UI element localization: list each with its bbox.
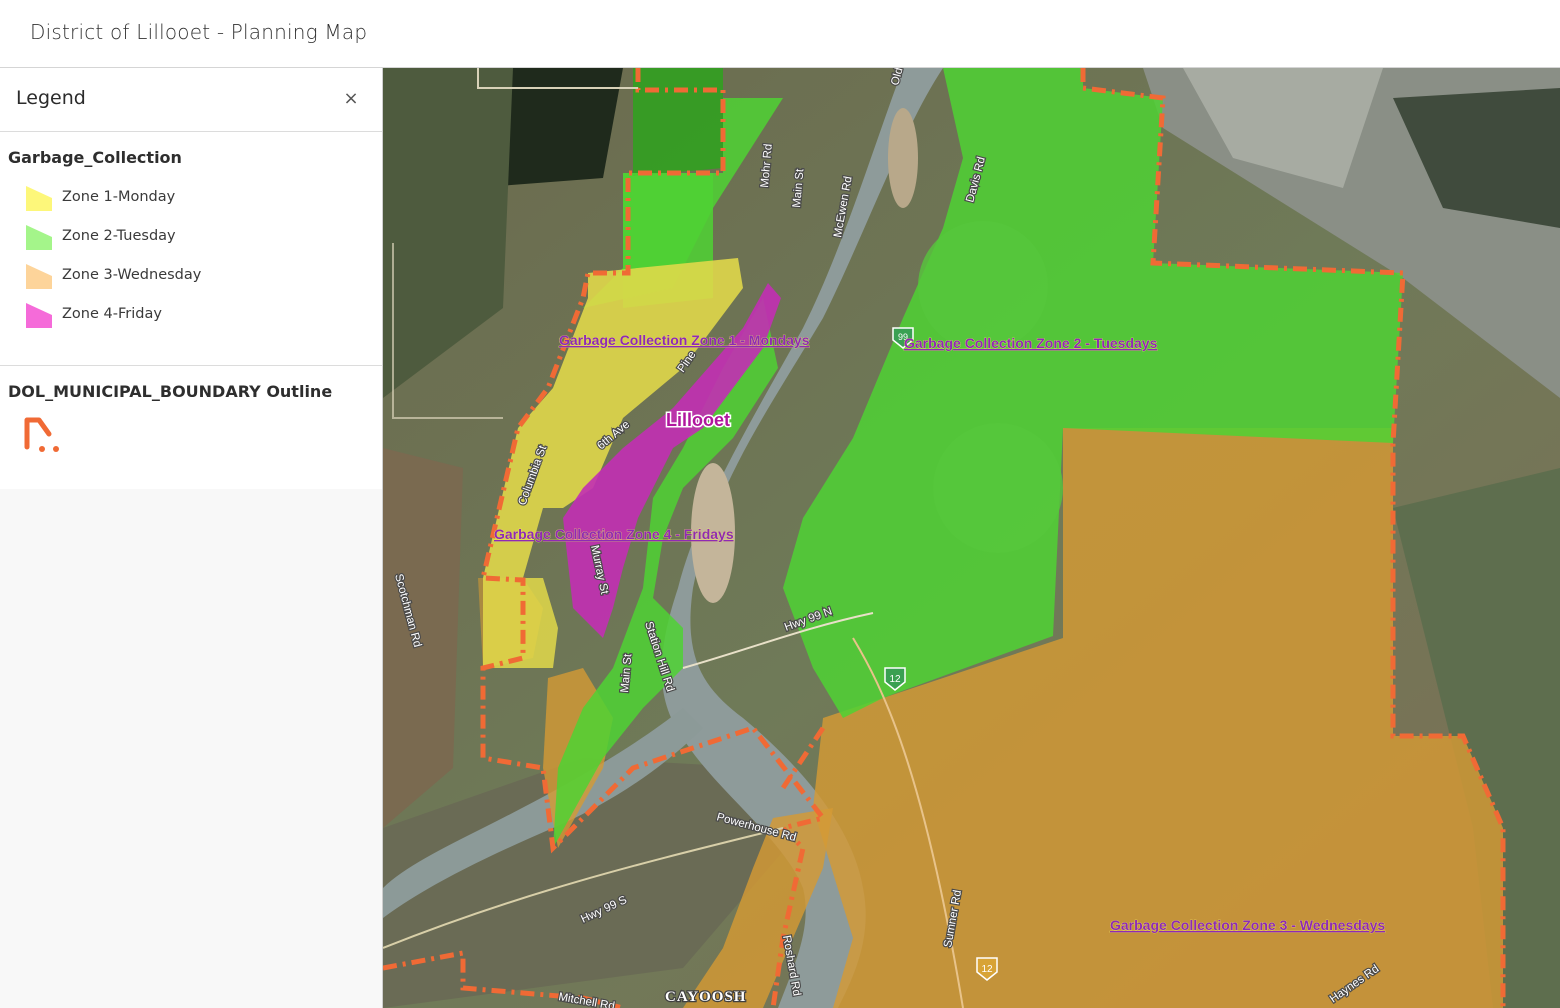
app-header: District of Lillooet - Planning Map xyxy=(0,0,1560,68)
legend-item-zone4: Zone 4-Friday xyxy=(24,301,364,329)
legend-body: Garbage_Collection Zone 1-Monday Zone 2-… xyxy=(0,132,382,489)
svg-text:12: 12 xyxy=(889,674,901,685)
legend-panel: Legend × Garbage_Collection Zone 1-Monda… xyxy=(0,68,383,1008)
polygon-swatch-icon xyxy=(26,225,52,250)
zone3-label[interactable]: Garbage Collection Zone 3 - Wednesdays xyxy=(1110,917,1386,934)
pivot-field xyxy=(918,221,1048,351)
legend-item-label: Zone 3-Wednesday xyxy=(62,267,202,283)
zone4-label[interactable]: Garbage Collection Zone 4 - Fridays xyxy=(494,526,734,543)
legend-item-zone3: Zone 3-Wednesday xyxy=(24,262,364,290)
legend-item-label: Zone 4-Friday xyxy=(62,306,162,322)
place-label: CAYOOSH xyxy=(665,989,746,1005)
app-title: District of Lillooet - Planning Map xyxy=(30,20,368,44)
legend-divider xyxy=(0,365,382,366)
legend-item-label: Zone 1-Monday xyxy=(62,189,176,205)
dashed-outline-icon xyxy=(24,417,59,452)
polygon-swatch-icon xyxy=(26,303,52,328)
polygon-swatch-icon xyxy=(26,186,52,211)
legend-item-zone1: Zone 1-Monday xyxy=(24,184,364,212)
layer-title-garbage: Garbage_Collection xyxy=(8,148,182,167)
legend-item-boundary xyxy=(24,414,364,454)
polygon-swatch-icon xyxy=(26,264,52,289)
river-gravel-bar-north xyxy=(888,108,918,208)
svg-text:12: 12 xyxy=(981,964,993,975)
legend-title: Legend xyxy=(16,87,86,109)
layer-title-boundary: DOL_MUNICIPAL_BOUNDARY Outline xyxy=(8,382,333,401)
map-canvas[interactable]: Mohr Rd Main St McEwen Rd Davis Rd Old P… xyxy=(383,68,1560,1008)
zone1-label[interactable]: Garbage Collection Zone 1 - Mondays xyxy=(559,332,810,349)
zone2-label[interactable]: Garbage Collection Zone 2 - Tuesdays xyxy=(904,335,1158,352)
map-view[interactable]: Mohr Rd Main St McEwen Rd Davis Rd Old P… xyxy=(383,68,1560,1008)
zone2-polygon-dark[interactable] xyxy=(633,68,723,176)
pivot-field xyxy=(933,423,1063,553)
town-label: Lillooet xyxy=(666,410,730,430)
close-icon[interactable]: × xyxy=(340,88,362,110)
legend-item-zone2: Zone 2-Tuesday xyxy=(24,223,364,251)
legend-item-label: Zone 2-Tuesday xyxy=(62,228,176,244)
legend-header: Legend × xyxy=(0,68,382,132)
